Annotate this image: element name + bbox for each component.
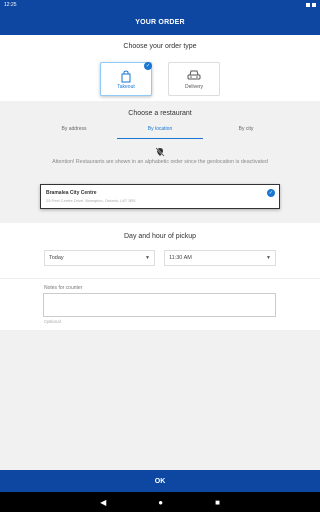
takeout-label: Takeout [117, 84, 135, 90]
pickup-title: Day and hour of pickup [124, 233, 196, 240]
day-value: Today [49, 255, 64, 261]
status-time: 12:25 [4, 1, 17, 8]
battery-icon [312, 2, 316, 7]
notes-section: Notes for counter Optional [0, 278, 320, 330]
check-icon: ✓ [267, 189, 275, 197]
check-icon: ✓ [144, 62, 152, 70]
ok-button[interactable]: OK [0, 470, 320, 492]
status-icons [306, 2, 316, 7]
restaurant-name: Bramalea City Centre [46, 190, 97, 196]
order-type-title: Choose your order type [123, 43, 197, 50]
system-nav-bar: ◀ ● ■ [0, 492, 320, 512]
chevron-down-icon: ▼ [266, 255, 271, 261]
car-icon [187, 70, 201, 80]
chevron-down-icon: ▼ [145, 255, 150, 261]
restaurant-title: Choose a restaurant [128, 110, 192, 117]
hour-value: 11:30 AM [169, 255, 192, 261]
ok-label: OK [154, 477, 166, 485]
day-select[interactable]: Today ▼ [44, 250, 155, 266]
selected-restaurant-card[interactable]: Bramalea City Centre 25 Peel Centre Driv… [40, 184, 280, 209]
status-bar: 12:25 [0, 0, 320, 9]
restaurant-tabs: By address By location By city [0, 123, 320, 139]
home-icon[interactable]: ● [158, 498, 163, 507]
notes-hint: Optional [44, 319, 61, 324]
tab-by-city[interactable]: By city [203, 123, 289, 139]
attention-message: Attention! Restaurants are shown in an a… [52, 159, 268, 165]
location-off-icon [155, 147, 165, 157]
empty-area [0, 330, 320, 470]
back-icon[interactable]: ◀ [100, 498, 106, 507]
wifi-icon [306, 2, 310, 7]
takeout-option[interactable]: Takeout ✓ [100, 62, 152, 96]
order-type-section: Choose your order type Takeout ✓ Deliver… [0, 35, 320, 101]
tab-by-location[interactable]: By location [117, 123, 203, 139]
delivery-label: Delivery [184, 84, 204, 90]
notes-label: Notes for counter [44, 285, 83, 291]
restaurant-address: 25 Peel Centre Drive, Brampton, Ontario,… [46, 198, 136, 203]
recents-icon[interactable]: ■ [215, 498, 220, 507]
pickup-section: Day and hour of pickup Today ▼ 11:30 AM … [0, 223, 320, 278]
tab-by-address[interactable]: By address [31, 123, 117, 139]
shopping-bag-icon [121, 70, 131, 83]
app-bar: YOUR ORDER [0, 9, 320, 35]
delivery-option[interactable]: Delivery [168, 62, 220, 96]
notes-input[interactable] [43, 293, 276, 317]
page-title: YOUR ORDER [135, 18, 185, 26]
hour-select[interactable]: 11:30 AM ▼ [164, 250, 276, 266]
